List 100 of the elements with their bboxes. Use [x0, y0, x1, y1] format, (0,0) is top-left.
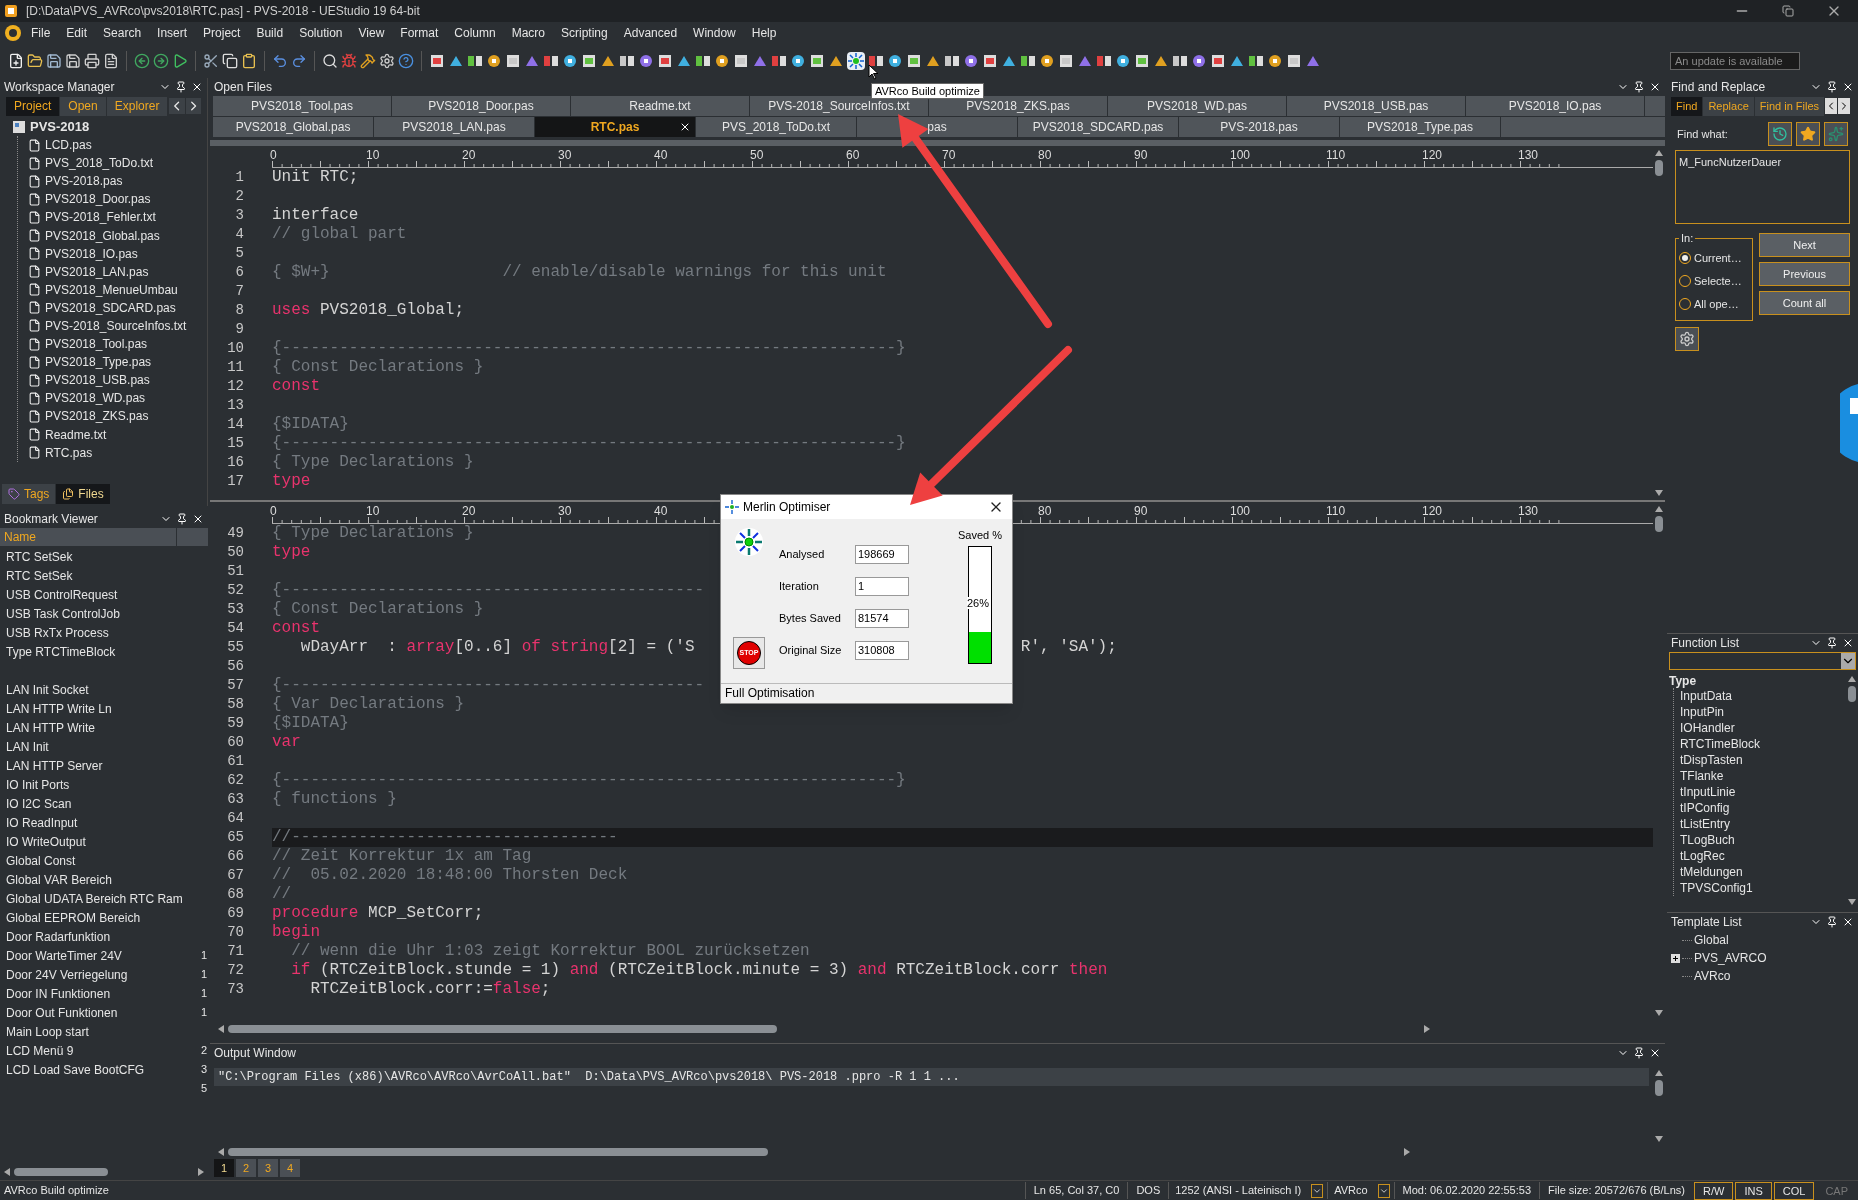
- tool-icon[interactable]: [581, 53, 597, 69]
- tool-icon[interactable]: [1267, 53, 1283, 69]
- status-toggle[interactable]: COL: [1773, 1181, 1815, 1200]
- tree-item[interactable]: PVS2018_IO.pas: [18, 244, 195, 263]
- panel-tab[interactable]: Tags: [2, 484, 56, 504]
- tool-icon[interactable]: [695, 53, 711, 69]
- forward-icon[interactable]: [153, 53, 169, 69]
- file-tab[interactable]: PVS2018_USB.pas: [1287, 96, 1465, 116]
- bookmark-name[interactable]: Main Loop start: [6, 1022, 89, 1041]
- output-tab[interactable]: 4: [280, 1159, 300, 1177]
- restore-icon[interactable]: [1782, 5, 1794, 17]
- output-tab[interactable]: 3: [258, 1159, 278, 1177]
- dropdown-icon[interactable]: [1311, 1183, 1324, 1198]
- bookmark-name[interactable]: LAN HTTP Write: [6, 718, 95, 737]
- tool-icon[interactable]: [1096, 53, 1112, 69]
- menu-item[interactable]: Column: [447, 24, 503, 42]
- close-icon[interactable]: [1842, 81, 1854, 93]
- document-icon[interactable]: [103, 53, 119, 69]
- tool-icon[interactable]: [1191, 53, 1207, 69]
- menu-item[interactable]: View: [351, 24, 392, 42]
- tree-item[interactable]: PVS2018_Global.pas: [18, 226, 195, 245]
- tree-item[interactable]: PVS2018_ZKS.pas: [18, 407, 195, 426]
- action-button[interactable]: Next: [1759, 233, 1850, 257]
- file-tab[interactable]: Readme.txt: [571, 96, 749, 116]
- bookmark-name[interactable]: Door 24V Verriegelung: [6, 965, 128, 984]
- tree-item[interactable]: PVS2018_LAN.pas: [18, 262, 195, 281]
- sparkle-icon[interactable]: [847, 52, 865, 70]
- regex-icon[interactable]: [1824, 122, 1848, 146]
- tree-item[interactable]: tListEntry: [1674, 816, 1846, 832]
- tool-icon[interactable]: [505, 53, 521, 69]
- tree-item[interactable]: PVS2018_Tool.pas: [18, 335, 195, 354]
- tree-item[interactable]: InputData: [1674, 688, 1846, 704]
- expand-icon[interactable]: [1671, 953, 1680, 963]
- bookmark-name[interactable]: LCD Load Save BootCFG: [6, 1060, 145, 1079]
- bookmark-name[interactable]: USB Task ControlJob: [6, 604, 120, 623]
- tree-item[interactable]: PVS_2018_ToDo.txt: [18, 154, 195, 173]
- menu-item[interactable]: Advanced: [616, 24, 685, 42]
- file-tab[interactable]: RTC.pas: [535, 117, 695, 137]
- radio-option[interactable]: Current…: [1679, 246, 1749, 270]
- tool-icon[interactable]: [429, 53, 445, 69]
- scroll-left-icon[interactable]: [1825, 98, 1838, 114]
- bookmark-name[interactable]: Global Const: [6, 851, 76, 870]
- undo-icon[interactable]: [272, 53, 288, 69]
- tool-icon[interactable]: [887, 53, 903, 69]
- tree-item[interactable]: RTCTimeBlock: [1674, 736, 1846, 752]
- tree-item[interactable]: PVS-2018_Fehler.txt: [18, 208, 195, 227]
- bookmark-name[interactable]: RTC SetSek: [6, 566, 73, 585]
- print-icon[interactable]: [84, 53, 100, 69]
- close-icon[interactable]: [679, 121, 691, 133]
- radio-option[interactable]: All ope…: [1679, 292, 1749, 316]
- tree-item[interactable]: tIPConfig: [1674, 800, 1846, 816]
- menu-item[interactable]: Scripting: [554, 24, 615, 42]
- scroll-right-icon[interactable]: [1838, 98, 1851, 114]
- tool-icon[interactable]: [1020, 53, 1036, 69]
- bookmark-name[interactable]: LCD Menü 9: [6, 1041, 74, 1060]
- menu-item[interactable]: File: [24, 24, 58, 42]
- file-tab[interactable]: PVS-2018_SourceInfos.txt: [750, 96, 928, 116]
- close-icon[interactable]: [1842, 916, 1854, 928]
- file-tab[interactable]: PVS2018_Type.pas: [1340, 117, 1500, 137]
- tool-icon[interactable]: [1115, 53, 1131, 69]
- tool-icon[interactable]: [657, 53, 673, 69]
- open-folder-icon[interactable]: [27, 53, 43, 69]
- pin-icon[interactable]: [1826, 637, 1838, 649]
- panel-tab[interactable]: Project: [6, 96, 60, 116]
- find-field[interactable]: M_FuncNutzerDauer: [1675, 150, 1850, 224]
- project-name[interactable]: PVS-2018: [30, 117, 90, 137]
- tree-item[interactable]: Global: [1694, 931, 1729, 949]
- pin-icon[interactable]: [1633, 81, 1645, 93]
- bookmark-name[interactable]: Global VAR Bereich: [6, 870, 112, 889]
- bookmark-name[interactable]: LAN HTTP Write Ln: [6, 699, 112, 718]
- tool-icon[interactable]: [486, 53, 502, 69]
- help-icon[interactable]: [398, 53, 414, 69]
- status-toggle[interactable]: R/W: [1694, 1181, 1734, 1200]
- tree-item[interactable]: PVS2018_SDCARD.pas: [18, 298, 195, 317]
- tree-item[interactable]: PVS2018_USB.pas: [18, 371, 195, 390]
- bookmark-name[interactable]: Door Radarfunktion: [6, 927, 111, 946]
- output-tab[interactable]: 1: [214, 1159, 234, 1177]
- menu-item[interactable]: Edit: [59, 24, 95, 42]
- menu-item[interactable]: Build: [249, 24, 291, 42]
- pin-icon[interactable]: [175, 81, 187, 93]
- bookmark-name[interactable]: USB ControlRequest: [6, 585, 118, 604]
- menu-item[interactable]: Macro: [504, 24, 552, 42]
- tree-item[interactable]: PVS_AVRCO: [1694, 949, 1767, 967]
- bookmark-name[interactable]: Global EEPROM Bereich: [6, 908, 141, 927]
- bookmark-name[interactable]: Global UDATA Bereich RTC Ram: [6, 889, 183, 908]
- tree-item[interactable]: IOHandler: [1674, 720, 1846, 736]
- bookmark-name[interactable]: IO Init Ports: [6, 775, 70, 794]
- bookmark-name[interactable]: IO I2C Scan: [6, 794, 72, 813]
- file-tab[interactable]: PVS_2018_ToDo.txt: [696, 117, 856, 137]
- tree-item[interactable]: AVRco: [1694, 967, 1731, 985]
- filter-dropdown[interactable]: [1669, 652, 1856, 670]
- cut-icon[interactable]: [203, 53, 219, 69]
- redo-icon[interactable]: [291, 53, 307, 69]
- file-tab[interactable]: PVS2018_WD.pas: [1108, 96, 1286, 116]
- menu-item[interactable]: Solution: [292, 24, 350, 42]
- tree-item[interactable]: tDispTasten: [1674, 752, 1846, 768]
- tool-icon[interactable]: [638, 53, 654, 69]
- close-icon[interactable]: [191, 81, 203, 93]
- tool-icon[interactable]: [868, 53, 884, 69]
- tree-item[interactable]: PVS2018_WD.pas: [18, 389, 195, 408]
